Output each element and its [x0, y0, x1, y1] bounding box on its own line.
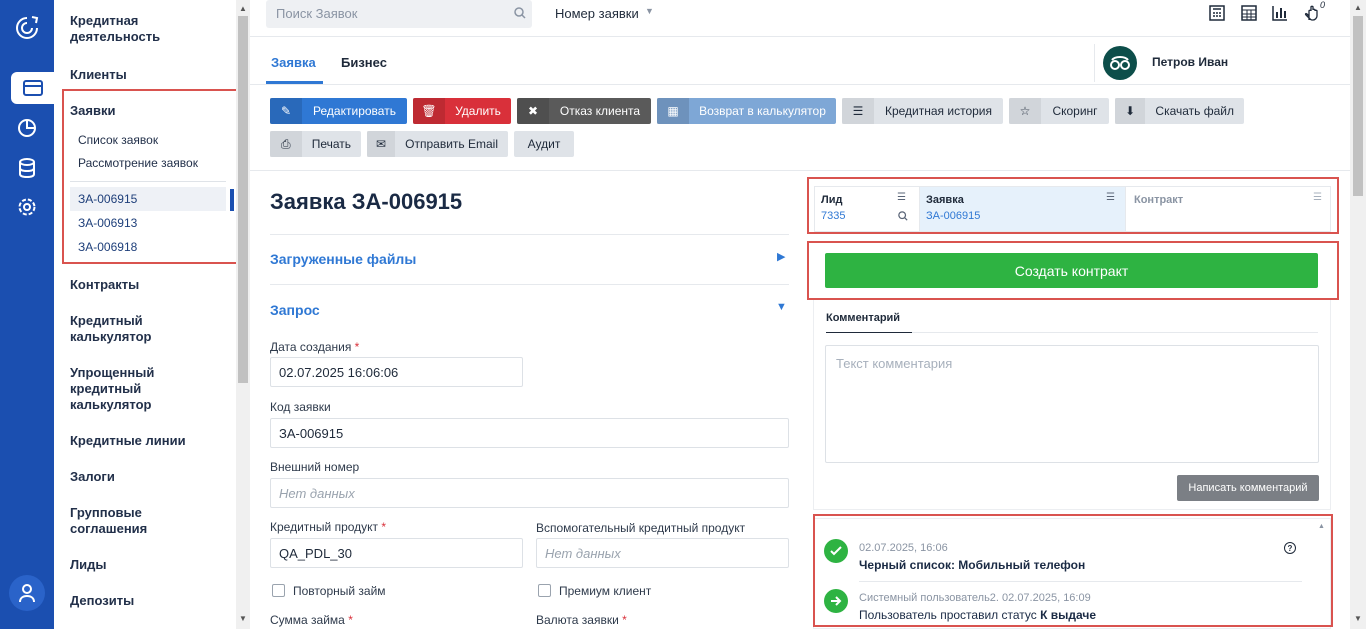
aux-product-label: Вспомогательный кредитный продукт: [536, 521, 746, 535]
product-label: Кредитный продукт: [270, 520, 379, 534]
trash-icon: 🗑: [413, 98, 445, 124]
request-section[interactable]: Запрос: [270, 302, 320, 318]
envelope-icon: ✉: [367, 131, 396, 157]
highlight-box: [807, 241, 1339, 300]
code-label: Код заявки: [270, 400, 331, 414]
sidebar-item-collateral[interactable]: Залоги: [70, 469, 230, 485]
reject-button[interactable]: ✖ Отказ клиента: [517, 98, 651, 124]
sidebar-item-clients[interactable]: Клиенты: [70, 67, 230, 83]
pencil-icon: ✎: [270, 98, 302, 124]
settings-icon[interactable]: [11, 191, 43, 223]
highlight-box: [62, 89, 239, 264]
premium-client-label: Премиум клиент: [559, 584, 652, 598]
sidebar-item-leads[interactable]: Лиды: [70, 557, 230, 573]
pie-chart-icon[interactable]: [11, 112, 43, 144]
calculator-icon: ▦: [657, 98, 689, 124]
bar-chart-icon[interactable]: [1272, 5, 1288, 26]
tab-business[interactable]: Бизнес: [341, 55, 387, 70]
user-name[interactable]: Петров Иван: [1152, 55, 1228, 69]
back-to-calculator-button[interactable]: ▦ Возврат в калькулятор: [657, 98, 836, 124]
app-rail: [0, 0, 54, 629]
list-icon: ☰: [842, 98, 874, 124]
sidebar-scrollbar[interactable]: ▲ ▼: [236, 0, 250, 629]
sidebar-item-simple-calculator[interactable]: Упрощенный кредитный калькулятор: [70, 365, 170, 413]
created-label: Дата создания: [270, 340, 352, 354]
scoring-button[interactable]: ☆ Скоринг: [1009, 98, 1109, 124]
send-email-button[interactable]: ✉ Отправить Email: [367, 131, 508, 157]
audit-button[interactable]: Аудит: [514, 131, 574, 157]
chevron-down-icon[interactable]: ▼: [645, 6, 654, 16]
edit-button[interactable]: ✎ Редактировать: [270, 98, 407, 124]
user-icon[interactable]: [9, 575, 45, 611]
sidebar-item-credit-lines[interactable]: Кредитные линии: [70, 433, 230, 449]
chevron-down-icon[interactable]: ▼: [776, 301, 787, 313]
avatar[interactable]: [1103, 46, 1137, 80]
sidebar-item-contracts[interactable]: Контракты: [70, 277, 230, 293]
external-number-field[interactable]: Нет данных: [270, 478, 789, 508]
tab-application[interactable]: Заявка: [271, 55, 316, 70]
external-number-label: Внешний номер: [270, 460, 360, 474]
download-icon: ⬇: [1115, 98, 1146, 124]
print-button[interactable]: ⎙ Печать: [270, 131, 361, 157]
search-input[interactable]: Поиск Заявок: [266, 0, 532, 28]
uploaded-files-section[interactable]: Загруженные файлы: [270, 251, 416, 267]
search-field-select[interactable]: Номер заявки: [555, 6, 639, 21]
repeat-loan-checkbox[interactable]: [272, 584, 285, 597]
close-icon: ✖: [517, 98, 549, 124]
highlight-box: [807, 177, 1339, 234]
currency-label: Валюта заявки: [536, 613, 619, 627]
calculator-icon[interactable]: [1209, 5, 1225, 26]
comment-panel: Комментарий Текст комментария Написать к…: [813, 300, 1331, 510]
sidebar-item-deposits[interactable]: Депозиты: [70, 593, 230, 609]
created-date-field[interactable]: 02.07.2025 16:06:06: [270, 357, 523, 387]
repeat-loan-label: Повторный займ: [293, 584, 386, 598]
submit-comment-button[interactable]: Написать комментарий: [1177, 475, 1319, 501]
download-button[interactable]: ⬇ Скачать файл: [1115, 98, 1244, 124]
credit-history-button[interactable]: ☰ Кредитная история: [842, 98, 1003, 124]
sidebar-item-calculator[interactable]: Кредитный калькулятор: [70, 313, 170, 345]
star-icon: ☆: [1009, 98, 1041, 124]
premium-client-checkbox[interactable]: [538, 584, 551, 597]
page-title: Заявка ЗА-006915: [270, 189, 463, 214]
card-icon[interactable]: [11, 72, 54, 104]
chevron-right-icon[interactable]: ▶: [777, 250, 785, 263]
amount-label: Сумма займа: [270, 613, 345, 627]
tab-comment[interactable]: Комментарий: [826, 312, 900, 324]
database-icon[interactable]: [11, 152, 43, 184]
delete-button[interactable]: 🗑 Удалить: [413, 98, 511, 124]
aux-product-field[interactable]: Нет данных: [536, 538, 789, 568]
highlight-box: [813, 514, 1333, 627]
notification-badge: 0: [1320, 0, 1326, 10]
code-field[interactable]: ЗА-006915: [270, 418, 789, 448]
table-icon[interactable]: [1241, 5, 1257, 26]
product-field[interactable]: QA_PDL_30: [270, 538, 523, 568]
comment-textarea[interactable]: Текст комментария: [825, 345, 1319, 463]
sidebar-item-group-agreements[interactable]: Групповые соглашения: [70, 505, 170, 537]
print-icon: ⎙: [270, 131, 302, 157]
sidebar-title[interactable]: Кредитная деятельность: [70, 13, 190, 45]
search-icon[interactable]: [514, 6, 526, 24]
top-bar: Поиск Заявок Номер заявки ▼ 0: [250, 0, 1350, 30]
main-content: Заявка Бизнес Петров Иван ✎ Редактировать…: [250, 36, 1350, 629]
page-scrollbar[interactable]: ▲ ▼: [1350, 0, 1366, 629]
logo-icon[interactable]: [11, 12, 43, 44]
